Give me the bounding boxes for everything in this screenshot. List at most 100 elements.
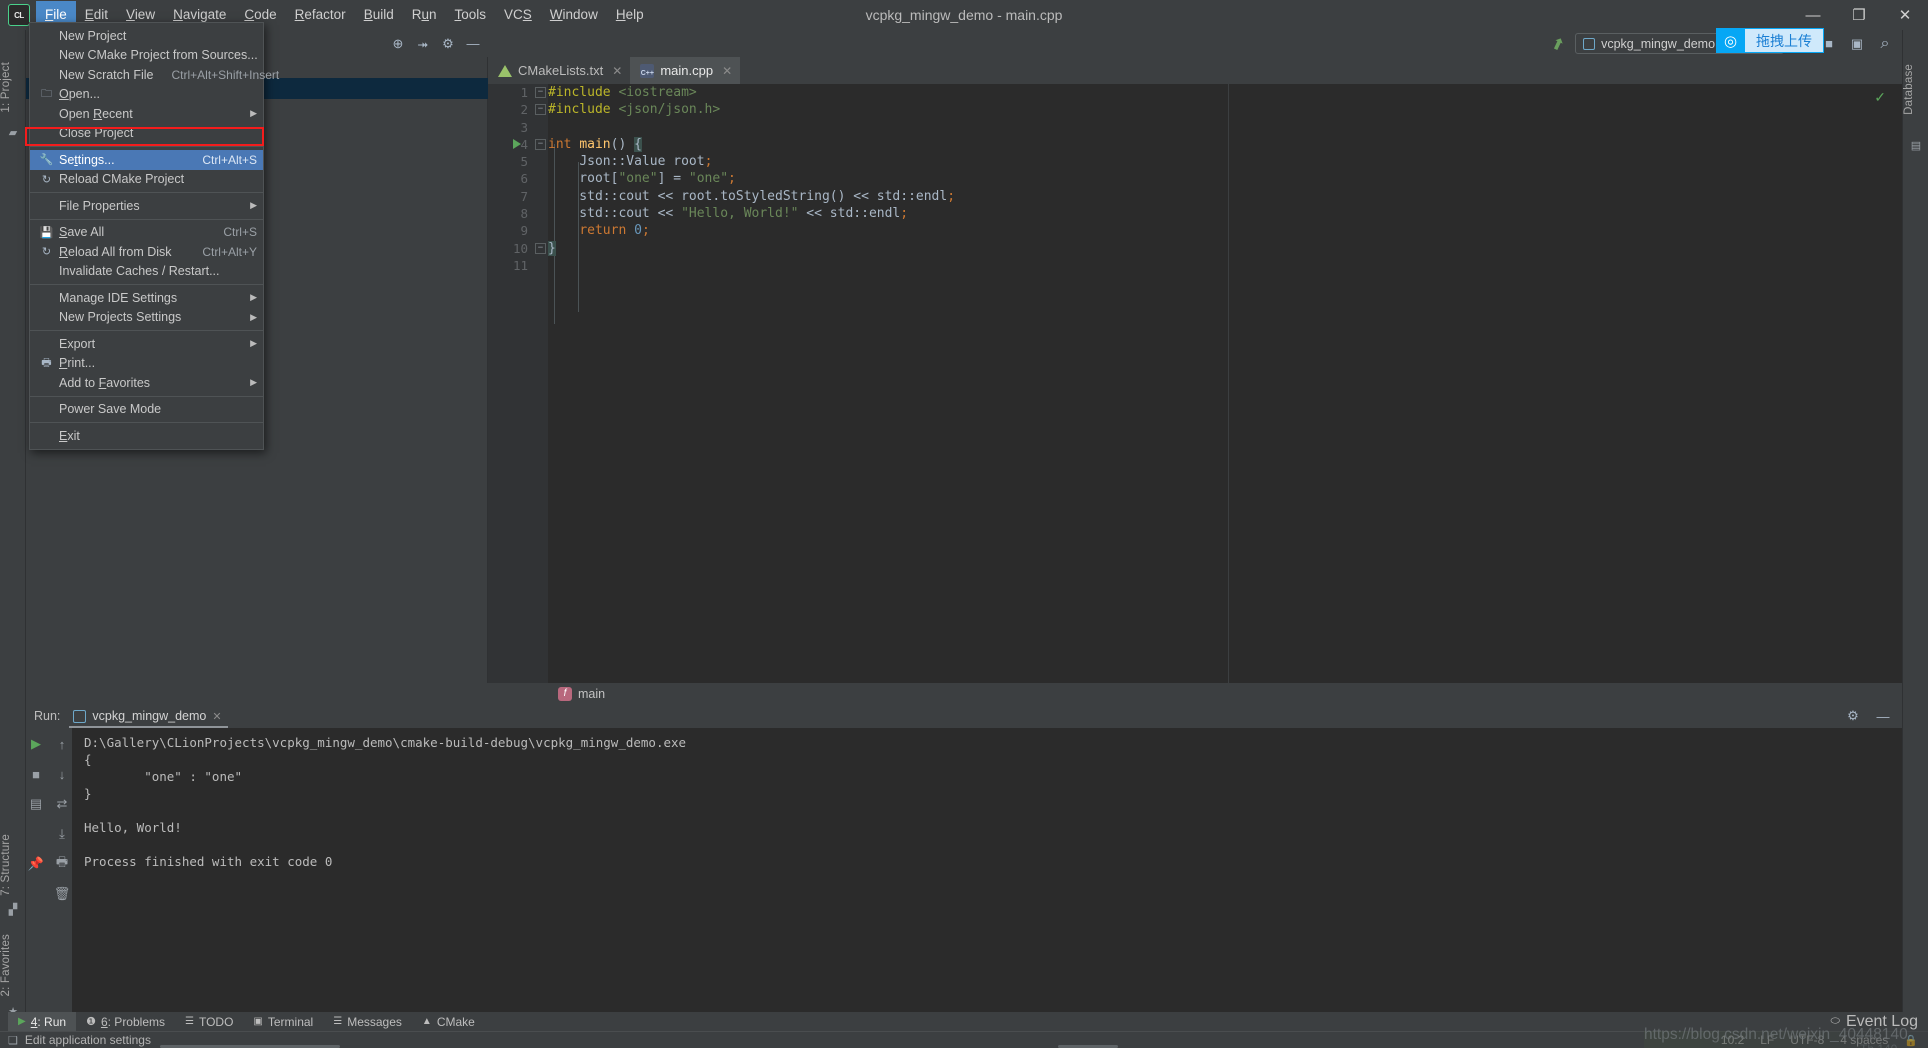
menu-run[interactable]: Run: [403, 1, 446, 29]
maximize-button[interactable]: ❐: [1836, 0, 1882, 30]
pin-icon[interactable]: 📌: [26, 854, 46, 874]
terminal-toggle-icon[interactable]: ▣: [1846, 33, 1868, 55]
menu-item-new-scratch-file[interactable]: New Scratch File Ctrl+Alt+Shift+Insert: [30, 65, 279, 85]
code-text: Json::Value root;: [579, 154, 713, 170]
menu-item-close-project[interactable]: Close Project: [30, 124, 263, 144]
code-editor[interactable]: 1− #include <iostream> 2− #include <json/js…: [488, 84, 1902, 683]
console-output[interactable]: D:\Gallery\CLionProjects\vcpkg_mingw_dem…: [72, 728, 1902, 1012]
menu-item-exit[interactable]: Exit: [30, 426, 263, 446]
close-icon[interactable]: ✕: [612, 64, 622, 78]
code-line[interactable]: 6 root["one"] = "one";: [488, 170, 1902, 187]
rerun-icon[interactable]: ▶: [26, 734, 46, 754]
menu-item-reload-all-from-disk[interactable]: ↻ Reload All from Disk Ctrl+Alt+Y: [30, 242, 263, 262]
code-line[interactable]: 7 std::cout << root.toStyledString() << …: [488, 188, 1902, 205]
tab-terminal[interactable]: ▣ Terminal: [243, 1012, 323, 1031]
menu-help[interactable]: Help: [607, 1, 653, 29]
menu-item-open-recent[interactable]: Open Recent ▶: [30, 104, 263, 124]
code-text: return 0;: [579, 223, 650, 239]
stop-icon[interactable]: ■: [26, 764, 46, 784]
sidebar-item-project[interactable]: 1: Project: [0, 58, 26, 117]
menu-tools[interactable]: Tools: [446, 1, 496, 29]
code-line[interactable]: 11: [488, 257, 1902, 274]
print-icon[interactable]: 🖶: [52, 854, 72, 874]
tab-problems[interactable]: ❶ 6: Problems: [76, 1012, 175, 1031]
code-line[interactable]: 2− #include <json/json.h>: [488, 101, 1902, 118]
menu-item-settings[interactable]: 🔧 Settings... Ctrl+Alt+S: [30, 150, 263, 170]
database-icon: ▤: [1910, 139, 1922, 152]
menu-vcs[interactable]: VCS: [495, 1, 541, 29]
menu-item-print[interactable]: 🖶 Print...: [30, 354, 263, 374]
tab-main-cpp[interactable]: C++ main.cpp ✕: [630, 57, 741, 84]
cpp-icon: C++: [640, 63, 655, 78]
gear-icon[interactable]: ⚙: [1842, 705, 1864, 727]
baidu-upload-widget[interactable]: ◎ 拖拽上传: [1716, 28, 1824, 53]
hide-panel-icon[interactable]: —: [462, 33, 484, 55]
code-line[interactable]: 5 Json::Value root;: [488, 153, 1902, 170]
menu-item-label: Save All: [59, 225, 105, 240]
code-content[interactable]: 1− #include <iostream> 2− #include <json/js…: [488, 84, 1902, 683]
tab-cmakelists[interactable]: CMakeLists.txt ✕: [488, 57, 630, 84]
menu-refactor[interactable]: Refactor: [286, 1, 355, 29]
menu-item-open[interactable]: 🗀 Open...: [30, 85, 263, 105]
run-gutter-icon[interactable]: [513, 138, 521, 149]
locate-target-icon[interactable]: ⊕: [387, 33, 409, 55]
chevron-right-icon: ▶: [250, 292, 257, 303]
menu-item-power-save-mode[interactable]: Power Save Mode: [30, 400, 263, 420]
menu-item-new-projects-settings[interactable]: New Projects Settings ▶: [30, 308, 263, 328]
code-line[interactable]: 3: [488, 119, 1902, 136]
code-line[interactable]: 8 std::cout << "Hello, World!" << std::e…: [488, 205, 1902, 222]
minimize-button[interactable]: —: [1790, 0, 1836, 30]
menu-separator: [30, 218, 263, 220]
menu-build[interactable]: Build: [355, 1, 403, 29]
collapse-all-icon[interactable]: ⯮: [412, 33, 434, 55]
menu-item-reload-cmake-project[interactable]: ↻ Reload CMake Project: [30, 170, 263, 190]
down-arrow-icon[interactable]: ↓: [52, 764, 72, 784]
file-menu-dropdown[interactable]: New Project New CMake Project from Source…: [29, 22, 279, 450]
trash-icon[interactable]: 🗑: [52, 884, 72, 904]
run-tab-label: vcpkg_mingw_demo: [92, 709, 207, 723]
code-line[interactable]: 4− int main() {: [488, 136, 1902, 153]
fold-marker-icon[interactable]: −: [535, 138, 546, 150]
menu-item-manage-ide-settings[interactable]: Manage IDE Settings ▶: [30, 288, 263, 308]
tab-todo[interactable]: ☰ TODO: [175, 1012, 243, 1031]
menu-item-save-all[interactable]: 💾 Save All Ctrl+S: [30, 223, 263, 243]
code-line[interactable]: 1− #include <iostream>: [488, 84, 1902, 101]
sidebar-item-structure[interactable]: 7: Structure: [0, 830, 26, 900]
menu-item-add-to-favorites[interactable]: Add to Favorites ▶: [30, 373, 263, 393]
menu-item-new-cmake-project-from-sources[interactable]: New CMake Project from Sources...: [30, 46, 263, 66]
filter-icon[interactable]: ▤: [26, 794, 46, 814]
breadcrumb-label[interactable]: main: [578, 687, 605, 701]
code-line[interactable]: 9 return 0;: [488, 222, 1902, 239]
up-arrow-icon[interactable]: ↑: [52, 734, 72, 754]
fold-marker-icon[interactable]: −: [535, 104, 546, 116]
sidebar-item-database[interactable]: Database: [1903, 60, 1928, 119]
menu-item-shortcut: Ctrl+Alt+Y: [202, 244, 257, 259]
close-button[interactable]: ✕: [1882, 0, 1928, 30]
menu-item-invalidate-caches-restart[interactable]: Invalidate Caches / Restart...: [30, 262, 263, 282]
tab-cmake[interactable]: ▲ CMake: [412, 1012, 485, 1031]
tab-messages[interactable]: ☰ Messages: [323, 1012, 412, 1031]
scroll-to-end-icon[interactable]: ⤓: [52, 824, 72, 844]
chevron-right-icon: ▶: [250, 108, 257, 119]
hide-panel-icon[interactable]: —: [1872, 705, 1894, 727]
search-icon[interactable]: ⌕: [1874, 33, 1896, 55]
close-icon[interactable]: ✕: [212, 710, 221, 723]
gear-icon[interactable]: ⚙: [437, 33, 459, 55]
tab-run[interactable]: ▶ 4: Run: [8, 1012, 77, 1031]
close-icon[interactable]: ✕: [722, 64, 732, 78]
run-tab-vcpkg[interactable]: vcpkg_mingw_demo ✕: [69, 706, 228, 728]
left-tool-strip: 1: Project ▰ 7: Structure ▞ 2: Favorites…: [0, 30, 26, 1018]
fold-marker-icon[interactable]: −: [535, 87, 546, 98]
inspection-status-icon[interactable]: ✓: [1874, 89, 1886, 106]
menu-item-new-project[interactable]: New Project: [30, 26, 263, 46]
build-hammer-icon[interactable]: ⬈: [1544, 29, 1572, 57]
menu-window[interactable]: Window: [541, 1, 607, 29]
menu-item-label: New Scratch File: [59, 67, 154, 82]
right-margin-line: [1228, 84, 1229, 683]
code-line[interactable]: 10−}: [488, 240, 1902, 257]
fold-marker-icon[interactable]: −: [535, 242, 546, 254]
soft-wrap-icon[interactable]: ⇄: [52, 794, 72, 814]
menu-item-file-properties[interactable]: File Properties ▶: [30, 196, 263, 216]
menu-item-export[interactable]: Export ▶: [30, 334, 263, 354]
sidebar-item-favorites[interactable]: 2: Favorites: [0, 930, 26, 1000]
